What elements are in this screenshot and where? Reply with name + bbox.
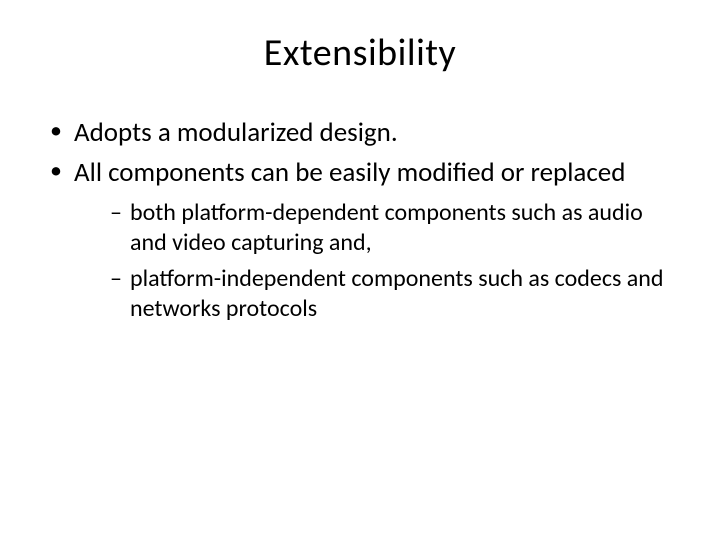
bullet-text: Adopts a modularized design. [74, 116, 398, 149]
sub-bullet-item: platform-independent components such as … [110, 264, 680, 324]
bullet-item: All components can be easily modified or… [50, 156, 680, 324]
bullet-list: Adopts a modularized design. All compone… [50, 116, 680, 324]
slide: Extensibility Adopts a modularized desig… [0, 0, 720, 540]
sub-bullet-text: platform-independent components such as … [130, 264, 664, 323]
sub-bullet-text: both platform-dependent components such … [130, 198, 643, 257]
slide-title: Extensibility [40, 30, 680, 76]
sub-bullet-list: both platform-dependent components such … [110, 198, 680, 324]
sub-bullet-item: both platform-dependent components such … [110, 198, 680, 258]
bullet-item: Adopts a modularized design. [50, 116, 680, 150]
bullet-text: All components can be easily modified or… [74, 156, 625, 189]
